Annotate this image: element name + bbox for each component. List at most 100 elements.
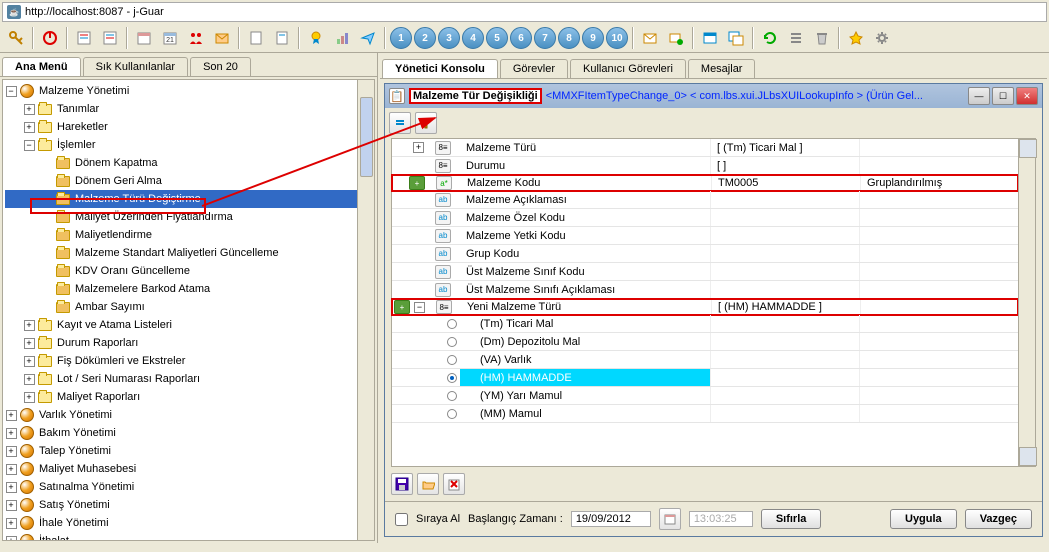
num-4-button[interactable]: 4 xyxy=(462,27,484,49)
form-value[interactable]: [ ] xyxy=(710,157,860,174)
reset-button[interactable]: Sıfırla xyxy=(761,509,822,529)
tree-item[interactable]: +Hareketler xyxy=(5,118,372,136)
form-row[interactable]: 8≡Durumu[ ] xyxy=(392,157,1018,175)
tree-scrollbar[interactable] xyxy=(357,80,374,540)
num-7-button[interactable]: 7 xyxy=(534,27,556,49)
open-button[interactable] xyxy=(417,473,439,495)
form-value[interactable] xyxy=(710,369,860,386)
right-tab-2[interactable]: Kullanıcı Görevleri xyxy=(570,59,686,78)
form-value[interactable] xyxy=(710,351,860,368)
chart-icon[interactable] xyxy=(330,26,354,50)
num-1-button[interactable]: 1 xyxy=(390,27,412,49)
content-scrollbar[interactable] xyxy=(1018,139,1035,466)
queue-checkbox[interactable] xyxy=(395,513,408,526)
form-value[interactable] xyxy=(710,281,860,298)
num-10-button[interactable]: 10 xyxy=(606,27,628,49)
form2-icon[interactable] xyxy=(98,26,122,50)
num-6-button[interactable]: 6 xyxy=(510,27,532,49)
left-tab-0[interactable]: Ana Menü xyxy=(2,57,81,76)
tree-item[interactable]: +Varlık Yönetimi xyxy=(5,406,372,424)
num-9-button[interactable]: 9 xyxy=(582,27,604,49)
delete-button[interactable] xyxy=(443,473,465,495)
date-input[interactable] xyxy=(571,511,651,527)
filter-collapse-button[interactable] xyxy=(389,112,411,134)
form-row[interactable]: +−8≡Yeni Malzeme Türü[ (HM) HAMMADDE ] xyxy=(391,298,1019,316)
tree-item[interactable]: Maliyet Üzerinden Fiyatlandırma xyxy=(5,208,372,226)
power-icon[interactable] xyxy=(38,26,62,50)
tree-item[interactable]: +Fiş Dökümleri ve Ekstreler xyxy=(5,352,372,370)
tree-item[interactable]: +Maliyet Muhasebesi xyxy=(5,460,372,478)
form-value[interactable] xyxy=(710,191,860,208)
mailbox-icon[interactable] xyxy=(638,26,662,50)
right-tab-0[interactable]: Yönetici Konsolu xyxy=(382,59,498,78)
windows-icon[interactable] xyxy=(724,26,748,50)
form-row[interactable]: abÜst Malzeme Sınıf Kodu xyxy=(392,263,1018,281)
addmail-icon[interactable] xyxy=(664,26,688,50)
tree-item[interactable]: +İthalat xyxy=(5,532,372,541)
form-row[interactable]: (Dm) Depozitolu Mal xyxy=(392,333,1018,351)
refresh-icon[interactable] xyxy=(758,26,782,50)
num-2-button[interactable]: 2 xyxy=(414,27,436,49)
form-value[interactable]: [ (HM) HAMMADDE ] xyxy=(711,300,861,314)
form-row[interactable]: (Tm) Ticari Mal xyxy=(392,315,1018,333)
tree-item[interactable]: Ambar Sayımı xyxy=(5,298,372,316)
badge-icon[interactable] xyxy=(304,26,328,50)
mail-icon[interactable] xyxy=(210,26,234,50)
tree-view[interactable]: −Malzeme Yönetimi+Tanımlar+Hareketler−İş… xyxy=(2,79,375,541)
form-value[interactable] xyxy=(710,245,860,262)
form-value[interactable] xyxy=(710,387,860,404)
form-icon[interactable] xyxy=(72,26,96,50)
left-tab-2[interactable]: Son 20 xyxy=(190,57,251,76)
form-value[interactable]: [ (Tm) Ticari Mal ] xyxy=(710,139,860,156)
calendar-icon[interactable] xyxy=(132,26,156,50)
apply-button[interactable]: Uygula xyxy=(890,509,957,529)
calendar-day-icon[interactable]: 21 xyxy=(158,26,182,50)
form-row[interactable]: +a*Malzeme KoduTM0005Gruplandırılmış xyxy=(391,174,1019,192)
tree-item[interactable]: +Talep Yönetimi xyxy=(5,442,372,460)
tree-item[interactable]: Dönem Kapatma xyxy=(5,154,372,172)
form-value[interactable] xyxy=(710,315,860,332)
left-tab-1[interactable]: Sık Kullanılanlar xyxy=(83,57,189,76)
form-value[interactable] xyxy=(710,209,860,226)
form-row[interactable]: abGrup Kodu xyxy=(392,245,1018,263)
tree-item[interactable]: +Kayıt ve Atama Listeleri xyxy=(5,316,372,334)
modal-titlebar[interactable]: 📋 Malzeme Tür Değişikliği <MMXFItemTypeC… xyxy=(385,84,1042,108)
form-row[interactable]: abMalzeme Yetki Kodu xyxy=(392,227,1018,245)
gear-icon[interactable] xyxy=(870,26,894,50)
form-row[interactable]: abMalzeme Özel Kodu xyxy=(392,209,1018,227)
form-row[interactable]: (VA) Varlık xyxy=(392,351,1018,369)
right-tab-3[interactable]: Mesajlar xyxy=(688,59,756,78)
star-icon[interactable] xyxy=(844,26,868,50)
form-row[interactable]: abMalzeme Açıklaması xyxy=(392,191,1018,209)
tree-item[interactable]: −İşlemler xyxy=(5,136,372,154)
num-5-button[interactable]: 5 xyxy=(486,27,508,49)
form-value[interactable] xyxy=(710,333,860,350)
save-button[interactable] xyxy=(391,473,413,495)
form-value[interactable] xyxy=(710,263,860,280)
form-row[interactable]: (YM) Yarı Mamul xyxy=(392,387,1018,405)
tree-item[interactable]: KDV Oranı Güncelleme xyxy=(5,262,372,280)
tree-item[interactable]: +Maliyet Raporları xyxy=(5,388,372,406)
form-row[interactable]: (MM) Mamul xyxy=(392,405,1018,423)
window-icon[interactable] xyxy=(698,26,722,50)
tree-item[interactable]: Malzeme Türü Değiştirme xyxy=(5,190,372,208)
tree-item[interactable]: +Satış Yönetimi xyxy=(5,496,372,514)
tree-item[interactable]: Maliyetlendirme xyxy=(5,226,372,244)
form-row[interactable]: abÜst Malzeme Sınıfı Açıklaması xyxy=(392,281,1018,299)
tree-item[interactable]: Malzemelere Barkod Atama xyxy=(5,280,372,298)
close-button[interactable]: ✕ xyxy=(1016,87,1038,105)
cancel-button[interactable]: Vazgeç xyxy=(965,509,1032,529)
report-icon[interactable] xyxy=(270,26,294,50)
tree-item[interactable]: +Satınalma Yönetimi xyxy=(5,478,372,496)
maximize-button[interactable]: ☐ xyxy=(992,87,1014,105)
num-3-button[interactable]: 3 xyxy=(438,27,460,49)
tree-item[interactable]: +Lot / Seri Numarası Raporları xyxy=(5,370,372,388)
num-8-button[interactable]: 8 xyxy=(558,27,580,49)
tree-item[interactable]: +Bakım Yönetimi xyxy=(5,424,372,442)
right-tab-1[interactable]: Görevler xyxy=(500,59,568,78)
people-icon[interactable] xyxy=(184,26,208,50)
filter-filter-button[interactable] xyxy=(415,112,437,134)
form-value[interactable] xyxy=(710,227,860,244)
minimize-button[interactable]: — xyxy=(968,87,990,105)
doc-icon[interactable] xyxy=(244,26,268,50)
